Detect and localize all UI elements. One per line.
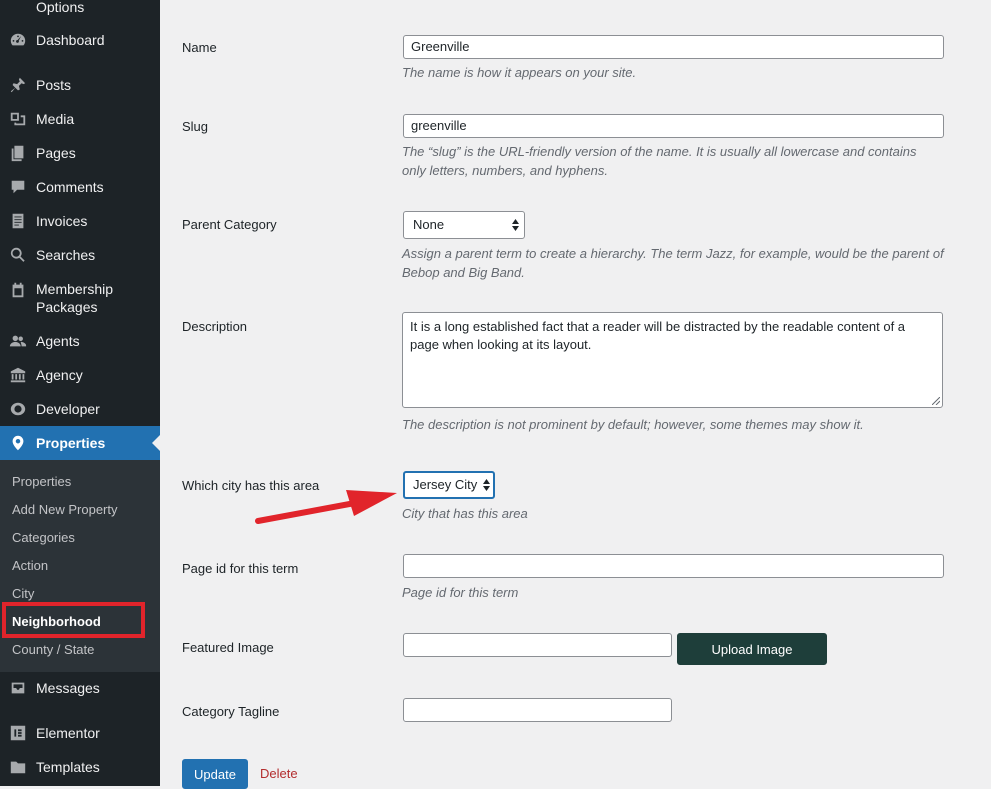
upload-image-button[interactable]: Upload Image [677, 633, 827, 665]
resize-grip-icon[interactable] [932, 397, 940, 405]
name-input[interactable]: Greenville [403, 35, 944, 59]
description-text-line2: page when looking at its layout. [410, 337, 592, 352]
calendar-icon [8, 280, 28, 300]
category-tagline-input[interactable] [403, 698, 672, 722]
annotation-arrow-icon [255, 490, 397, 524]
menu-item-pages[interactable]: Pages [0, 136, 160, 170]
menu-item-comments[interactable]: Comments [0, 170, 160, 204]
developer-icon [8, 399, 28, 419]
menu-label-line1: Membership [36, 281, 114, 297]
city-hint: City that has this area [402, 506, 528, 521]
page-id-hint: Page id for this term [402, 585, 519, 600]
city-selected: Jersey City [413, 477, 478, 492]
options-icon [8, 0, 28, 17]
menu-item-properties[interactable]: Properties [0, 426, 160, 460]
delete-link[interactable]: Delete [260, 766, 298, 781]
menu-label: Properties [36, 435, 106, 451]
parent-category-label: Parent Category [182, 217, 277, 232]
menu-label: Invoices [36, 213, 88, 229]
menu-label: Comments [36, 179, 104, 195]
location-pin-icon [8, 433, 28, 453]
pages-icon [8, 143, 28, 163]
description-text-line1: It is a long established fact that a rea… [410, 319, 906, 334]
description-label: Description [182, 319, 248, 334]
submenu-item-city[interactable]: City [12, 586, 34, 602]
menu-item-agency[interactable]: Agency [0, 358, 160, 392]
menu-item-invoices[interactable]: Invoices [0, 204, 160, 238]
menu-item-options[interactable]: Options [0, 0, 160, 24]
media-icon [8, 109, 28, 129]
menu-label: Media [36, 111, 75, 127]
menu-label: Searches [36, 247, 96, 263]
menu-label: Agency [36, 367, 83, 383]
page-id-input[interactable] [403, 554, 944, 578]
bank-icon [8, 365, 28, 385]
menu-item-dashboard[interactable]: Dashboard [0, 23, 160, 57]
menu-item-media[interactable]: Media [0, 102, 160, 136]
submenu-item-categories[interactable]: Categories [12, 530, 75, 546]
agents-icon [8, 331, 28, 351]
submenu-item-properties[interactable]: Properties [12, 474, 71, 490]
featured-image-label: Featured Image [182, 640, 274, 655]
city-select[interactable]: Jersey City [403, 471, 495, 499]
menu-label: Posts [36, 77, 72, 93]
description-textarea[interactable]: It is a long established fact that a rea… [402, 312, 943, 408]
parent-category-hint-line2: Bebop and Big Band. [402, 265, 525, 280]
dashboard-icon [8, 30, 28, 50]
slug-hint-line2: only letters, numbers, and hyphens. [402, 163, 608, 178]
parent-category-selected: None [413, 217, 445, 232]
update-button[interactable]: Update [182, 759, 248, 789]
name-hint: The name is how it appears on your site. [402, 65, 637, 80]
parent-category-hint-line1: Assign a parent term to create a hierarc… [402, 246, 944, 261]
featured-image-input[interactable] [403, 633, 672, 657]
submenu-item-county-state[interactable]: County / State [12, 642, 94, 658]
select-caret-icon [512, 219, 519, 231]
menu-item-elementor[interactable]: Elementor [0, 716, 160, 750]
pin-icon [8, 75, 28, 95]
menu-item-messages[interactable]: Messages [0, 671, 160, 705]
menu-label: Elementor [36, 725, 100, 741]
menu-label: Messages [36, 680, 100, 696]
folder-icon [8, 757, 28, 777]
menu-item-posts[interactable]: Posts [0, 68, 160, 102]
category-tagline-label: Category Tagline [182, 704, 280, 719]
description-hint: The description is not prominent by defa… [402, 417, 864, 432]
properties-submenu: Properties Add New Property Categories A… [0, 460, 160, 672]
menu-item-templates[interactable]: Templates [0, 750, 160, 784]
menu-label: Pages [36, 145, 76, 161]
slug-label: Slug [182, 119, 209, 134]
menu-label: Dashboard [36, 32, 105, 48]
inbox-icon [8, 678, 28, 698]
menu-item-developer[interactable]: Developer [0, 392, 160, 426]
slug-input[interactable]: greenville [403, 114, 944, 138]
menu-item-searches[interactable]: Searches [0, 238, 160, 272]
comment-icon [8, 177, 28, 197]
menu-item-membership-packages[interactable]: Membership Packages [0, 280, 160, 316]
submenu-item-action[interactable]: Action [12, 558, 48, 574]
elementor-icon [8, 723, 28, 743]
name-label: Name [182, 40, 217, 55]
menu-label: Options [36, 0, 85, 15]
current-menu-arrow [152, 435, 160, 451]
slug-hint-line1: The “slug” is the URL-friendly version o… [402, 144, 917, 159]
admin-sidebar: Options Dashboard Posts Media Pages Comm… [0, 0, 160, 786]
menu-label-line2: Packages [36, 299, 98, 315]
menu-label: Templates [36, 759, 100, 775]
submenu-item-add-new-property[interactable]: Add New Property [12, 502, 118, 518]
page-id-label: Page id for this term [182, 561, 299, 576]
menu-label: Agents [36, 333, 80, 349]
select-caret-icon [483, 479, 490, 491]
search-icon [8, 245, 28, 265]
menu-label-group: Membership Packages [36, 280, 113, 316]
invoice-icon [8, 211, 28, 231]
menu-item-agents[interactable]: Agents [0, 324, 160, 358]
parent-category-select[interactable]: None [403, 211, 525, 239]
menu-label: Developer [36, 401, 100, 417]
neighborhood-annotation-box [2, 602, 145, 638]
